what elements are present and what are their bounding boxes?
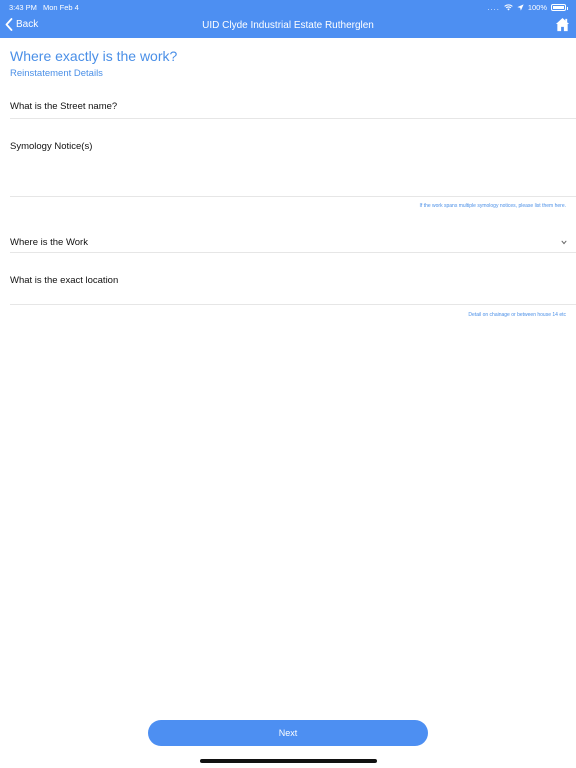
exact-location-hint: Detail on chainage or between house 14 e… <box>468 312 566 318</box>
where-work-select[interactable] <box>10 252 576 253</box>
status-dots: .... <box>487 3 500 12</box>
exact-location-field[interactable] <box>10 304 576 305</box>
street-name-label[interactable]: What is the Street name? <box>10 101 117 112</box>
symology-hint: If the work spans multiple symology noti… <box>419 203 566 209</box>
next-label: Next <box>278 728 298 738</box>
symology-notice-label[interactable]: Symology Notice(s) <box>10 141 92 152</box>
page-title: Where exactly is the work? <box>10 48 178 64</box>
battery-percent: 100% <box>527 3 547 12</box>
location-arrow-icon <box>517 4 524 11</box>
exact-location-label[interactable]: What is the exact location <box>10 275 118 286</box>
status-indicators: .... 100% <box>487 3 568 12</box>
page-subtitle: Reinstatement Details <box>10 68 103 79</box>
top-bar: 3:43 PM Mon Feb 4 .... 100% Back UID Cly… <box>0 0 576 38</box>
navigation-bar: Back UID Clyde Industrial Estate Rutherg… <box>0 13 576 38</box>
status-bar: 3:43 PM Mon Feb 4 .... 100% <box>0 0 576 13</box>
wifi-icon <box>504 4 513 11</box>
symology-notice-field[interactable] <box>10 196 576 197</box>
battery-fill <box>553 6 564 9</box>
next-button[interactable]: Next <box>148 720 428 746</box>
status-time: 3:43 PM <box>9 3 37 12</box>
home-indicator <box>200 759 377 763</box>
home-icon[interactable] <box>555 17 570 32</box>
chevron-down-icon[interactable] <box>561 240 567 245</box>
battery-icon <box>551 4 568 11</box>
nav-title: UID Clyde Industrial Estate Rutherglen <box>202 20 374 31</box>
street-name-field[interactable] <box>10 118 576 119</box>
where-work-label[interactable]: Where is the Work <box>10 237 88 248</box>
status-date: Mon Feb 4 <box>43 3 79 12</box>
